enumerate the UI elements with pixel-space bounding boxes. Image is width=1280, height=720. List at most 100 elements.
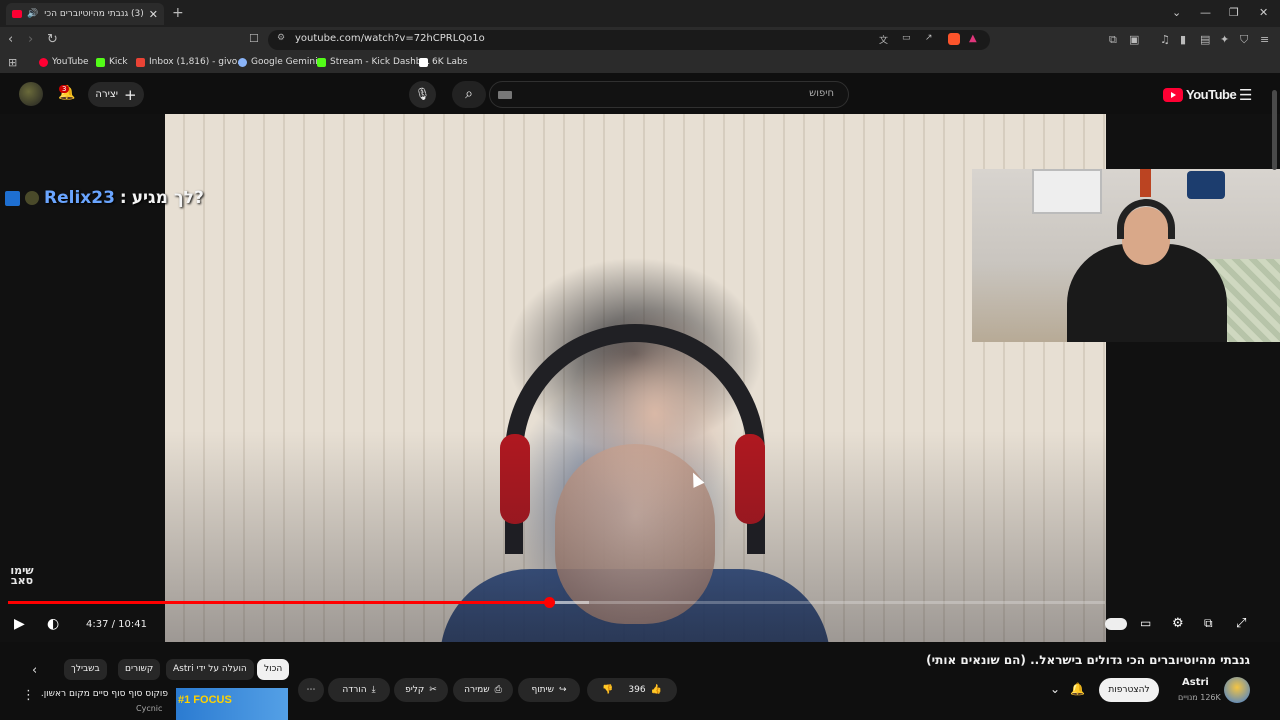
channel-name[interactable]: Astri [1182,677,1209,688]
chat-overlay: Relix23 : ?לך מגיע [5,188,204,208]
chat-message: ?לך מגיע [131,188,204,208]
chip-for-you[interactable]: בשבילך [64,659,107,680]
tab-list-icon[interactable]: ⌄ [1172,6,1181,19]
new-tab-icon[interactable]: + [172,5,184,21]
microphone-icon: 🎙 [414,87,431,101]
browser-toolbar: ‹ › ↻ ☐ ⚙ youtube.com/watch?v=72hCPRLQo1… [0,27,1280,53]
bookmark-kick-dashboard[interactable]: Stream - Kick Dashb... [317,57,430,67]
apps-grid-icon[interactable]: ⊞ [8,56,17,69]
recommended-channel[interactable]: Cycnic [136,704,162,713]
search-button[interactable]: ⌕ [452,81,486,108]
chat-separator: : [119,188,127,208]
youtube-header: 🔔 3 יצירה + 🎙 ⌕ חיפוש YouTube ☰ [0,76,1280,114]
save-button[interactable]: ⎙ שמירה [453,678,513,702]
recommended-thumbnail[interactable]: #1 FOCUS [176,688,288,720]
rewards-icon[interactable]: ▲ [969,33,977,44]
recommended-title[interactable]: פוקוס סוף סוף סיים מקום ראשון. [41,689,168,699]
bookmark-inbox[interactable]: Inbox (1,816) - givo... [136,57,246,67]
6k-labs-bookmark-icon [419,57,428,67]
progress-bar[interactable] [8,597,1105,608]
clip-button[interactable]: ✂ קליפ [394,678,448,702]
share-page-icon[interactable]: ↗ [925,33,933,43]
bookmark-label: Inbox (1,816) - givo... [149,57,246,67]
reload-icon[interactable]: ↻ [47,32,58,47]
fullscreen-icon[interactable]: ⤢ [1236,616,1246,631]
dislike-icon[interactable]: 👎 [602,685,613,695]
watch-metadata: גנבתי מהיוטיוברים הכי גדולים בישראל.. (ה… [0,642,1280,720]
forward-icon[interactable]: › [28,32,33,47]
more-options-icon[interactable]: ⋮ [22,688,35,703]
scrubber-handle[interactable] [543,597,555,608]
channel-avatar[interactable] [1224,677,1250,703]
guide-menu-icon[interactable]: ☰ [1239,86,1252,104]
webcam-poster [1140,169,1151,197]
volume-icon[interactable]: ◐ [47,616,59,632]
minimize-icon[interactable]: — [1200,6,1211,19]
leo-ai-icon[interactable]: ✦ [1220,33,1229,46]
more-horiz-icon: ⋯ [306,685,316,695]
media-icon[interactable]: ♫ [1160,33,1170,46]
chip-uploaded-by[interactable]: הועלה על ידי Astri [166,659,254,680]
browser-menu-icon[interactable]: ≡ [1260,33,1269,46]
autoplay-toggle[interactable] [1105,618,1127,630]
miniplayer-icon[interactable]: ⧉ [1204,616,1213,631]
voice-search-button[interactable]: 🎙 [409,81,436,108]
browser-tab-bar: 🔊 (3) גנבתי מהיוטיוברים הכי גדו ✕ + ⌄ — … [0,0,1280,27]
youtube-favicon-icon [12,10,22,18]
cast-icon[interactable]: ▭ [902,33,911,43]
sidebar-icon[interactable]: ▮ [1180,33,1186,46]
keyboard-icon[interactable] [498,91,512,99]
chip-all[interactable]: הכול [257,659,290,680]
close-tab-icon[interactable]: ✕ [149,8,158,21]
back-icon[interactable]: ‹ [8,32,13,47]
like-icon[interactable]: 👍 [651,685,662,695]
browser-tab[interactable]: 🔊 (3) גנבתי מהיוטיוברים הכי גדו ✕ [6,3,164,25]
share-button[interactable]: ↪ שיתוף [518,678,580,702]
search-input[interactable]: חיפוש [489,81,849,108]
brave-shield-icon[interactable] [948,33,960,45]
youtube-logo[interactable]: YouTube [1163,87,1237,102]
gmail-bookmark-icon [136,57,145,67]
create-button[interactable]: יצירה + [88,82,144,107]
settings-gear-icon[interactable]: ⚙ [1172,616,1184,631]
share-label: שיתוף [531,685,554,695]
bookmark-6k-labs[interactable]: 6K Labs [419,57,467,67]
video-player[interactable]: Relix23 : ?לך מגיע שימו סאב ▶ ◐ 4:37 / 1… [0,114,1280,642]
download-button[interactable]: ⤓ הורדה [328,678,390,702]
subtitles-icon[interactable]: ▭ [1140,616,1151,630]
like-count[interactable]: 396 [628,685,645,695]
vpn-icon[interactable]: ⛉ [1240,33,1248,47]
gemini-bookmark-icon [238,57,247,67]
search-icon: ⌕ [465,86,473,102]
play-icon[interactable]: ▶ [14,616,25,632]
wallet-icon[interactable]: ▤ [1200,33,1210,46]
search-placeholder: חיפוש [809,88,834,99]
translate-icon[interactable]: 文 [879,33,888,46]
window-close-icon[interactable]: ✕ [1259,6,1268,19]
save-label: שמירה [464,685,490,695]
chips-scroll-left-icon[interactable]: ‹ [32,663,37,678]
screenshot-icon[interactable]: ▣ [1129,33,1139,46]
subscribe-button[interactable]: להצטרפות [1099,678,1159,702]
extensions-icon[interactable]: ⧉ [1109,33,1117,47]
notify-bell-icon[interactable]: 🔔 [1070,682,1085,696]
bookmark-kick[interactable]: Kick [96,57,128,67]
account-avatar[interactable] [19,82,43,106]
more-actions-button[interactable]: ⋯ [298,678,324,702]
notify-dropdown-icon[interactable]: ⌄ [1050,682,1060,696]
webcam-overlay [972,169,1280,342]
page-scrollbar[interactable] [1272,90,1277,170]
plus-icon: + [124,85,137,104]
audio-icon[interactable]: 🔊 [27,9,38,19]
webcam-window [1032,169,1102,214]
bookmark-page-icon[interactable]: ☐ [249,32,259,45]
chip-related[interactable]: קשורים [118,659,161,680]
bookmark-gemini[interactable]: Google Gemini [238,57,318,67]
site-info-icon[interactable]: ⚙ [277,33,285,43]
bookmark-youtube[interactable]: YouTube [39,57,89,67]
chat-emote-icon [25,191,39,205]
address-bar[interactable]: ⚙ youtube.com/watch?v=72hCPRLQo1o 文 ▭ ↗ … [268,30,990,50]
restore-icon[interactable]: ❐ [1229,6,1239,19]
like-dislike-group: 👍 396 👎 [587,678,677,702]
youtube-bookmark-icon [39,57,48,67]
